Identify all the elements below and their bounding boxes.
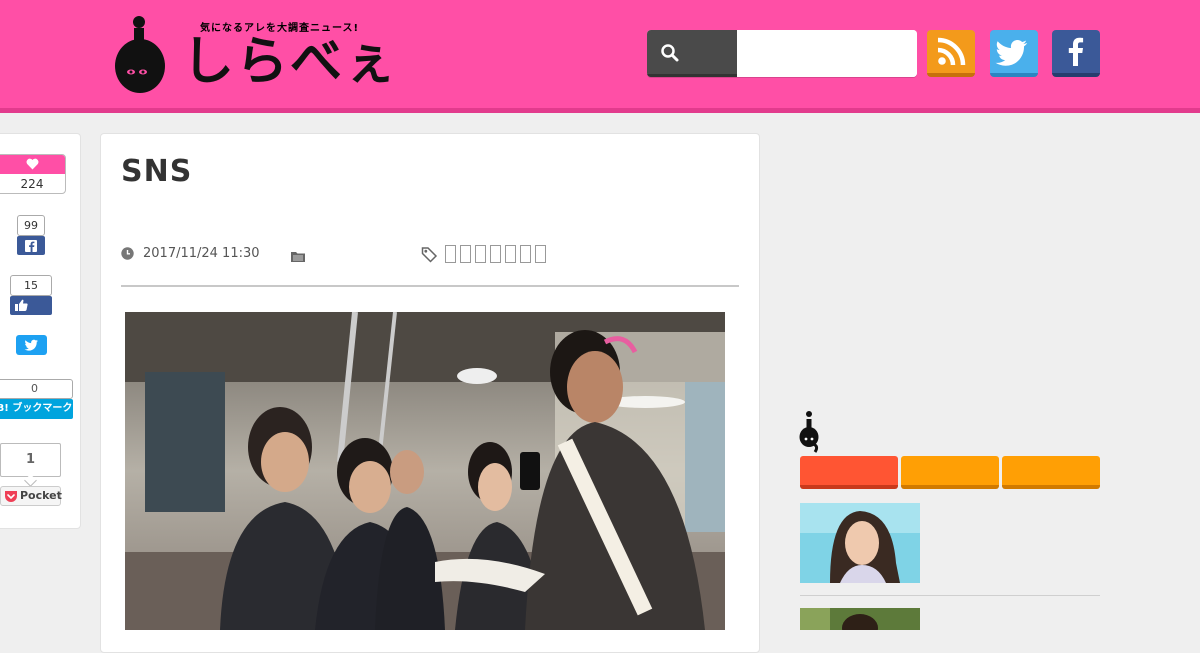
- facebook-share-count: 99: [17, 215, 45, 236]
- ranking-thumbnail[interactable]: [800, 503, 920, 587]
- twitter-icon: [995, 40, 1028, 66]
- facebook-icon: [25, 240, 37, 252]
- ranking-divider: [800, 595, 1100, 596]
- search-input[interactable]: [737, 30, 917, 77]
- search-box: [647, 30, 917, 77]
- ranking-mascot-icon: [799, 410, 821, 458]
- twitter-button[interactable]: [990, 30, 1038, 77]
- tag-glyph-box: [520, 245, 531, 263]
- facebook-like-button[interactable]: 15: [10, 275, 52, 315]
- article-hero-image: [125, 311, 725, 634]
- tag-glyph-box: [445, 245, 456, 263]
- ranking-thumbnail[interactable]: [800, 608, 920, 642]
- facebook-share-icon-box: [17, 236, 45, 255]
- folder-icon: [291, 252, 305, 262]
- site-logo-text: しらべぇ: [182, 31, 399, 92]
- hatena-label: B! ブックマーク: [0, 399, 73, 419]
- ranking-tab-1[interactable]: [800, 456, 898, 489]
- twitter-icon: [24, 339, 38, 351]
- pocket-button[interactable]: 1 Pocket: [0, 443, 62, 507]
- tag-glyph-box: [505, 245, 516, 263]
- like-button[interactable]: 224: [0, 154, 66, 194]
- pocket-save-button[interactable]: Pocket: [0, 486, 62, 506]
- article-datetime: 2017/11/24 11:30: [143, 246, 260, 261]
- hatena-count: 0: [0, 379, 73, 399]
- thumbs-up-box: [10, 296, 52, 315]
- twitter-share-button[interactable]: [16, 335, 47, 355]
- logo-mascot-icon: [115, 16, 165, 93]
- pocket-label: Pocket: [20, 489, 62, 502]
- article-tags-icon-wrap: [421, 246, 438, 267]
- site-logo[interactable]: 気になるアレを大調査ニュース! しらべぇ: [112, 14, 402, 98]
- ranking-tab-2[interactable]: [901, 456, 999, 489]
- search-button[interactable]: [647, 30, 737, 77]
- site-header: 気になるアレを大調査ニュース! しらべぇ: [0, 0, 1200, 113]
- rss-button[interactable]: [927, 30, 975, 77]
- facebook-icon: [1068, 37, 1084, 66]
- article-title: SNS: [121, 154, 193, 189]
- tag-glyph-box: [490, 245, 501, 263]
- article-category[interactable]: [290, 248, 306, 267]
- ranking-tab-3[interactable]: [1002, 456, 1100, 489]
- hatena-bookmark-button[interactable]: 0 B! ブックマーク: [0, 379, 73, 419]
- like-count: 224: [20, 177, 44, 191]
- meta-divider: [121, 285, 739, 287]
- pocket-icon: [5, 491, 17, 502]
- facebook-like-count: 15: [10, 275, 52, 296]
- facebook-share-button[interactable]: 99: [17, 215, 45, 255]
- tag-glyph-box: [460, 245, 471, 263]
- tag-glyph-box: [475, 245, 486, 263]
- pocket-count: 1: [0, 443, 61, 477]
- search-icon: [661, 44, 679, 62]
- tag-glyph-box: [535, 245, 546, 263]
- rss-icon: [937, 37, 966, 66]
- tag-icon: [421, 247, 438, 263]
- like-heart-bar: [0, 155, 65, 174]
- ranking-tabs: [800, 456, 1100, 490]
- thumbs-up-icon: [15, 299, 28, 311]
- clock-icon: [121, 247, 134, 260]
- heart-icon: [26, 158, 39, 170]
- facebook-button[interactable]: [1052, 30, 1100, 77]
